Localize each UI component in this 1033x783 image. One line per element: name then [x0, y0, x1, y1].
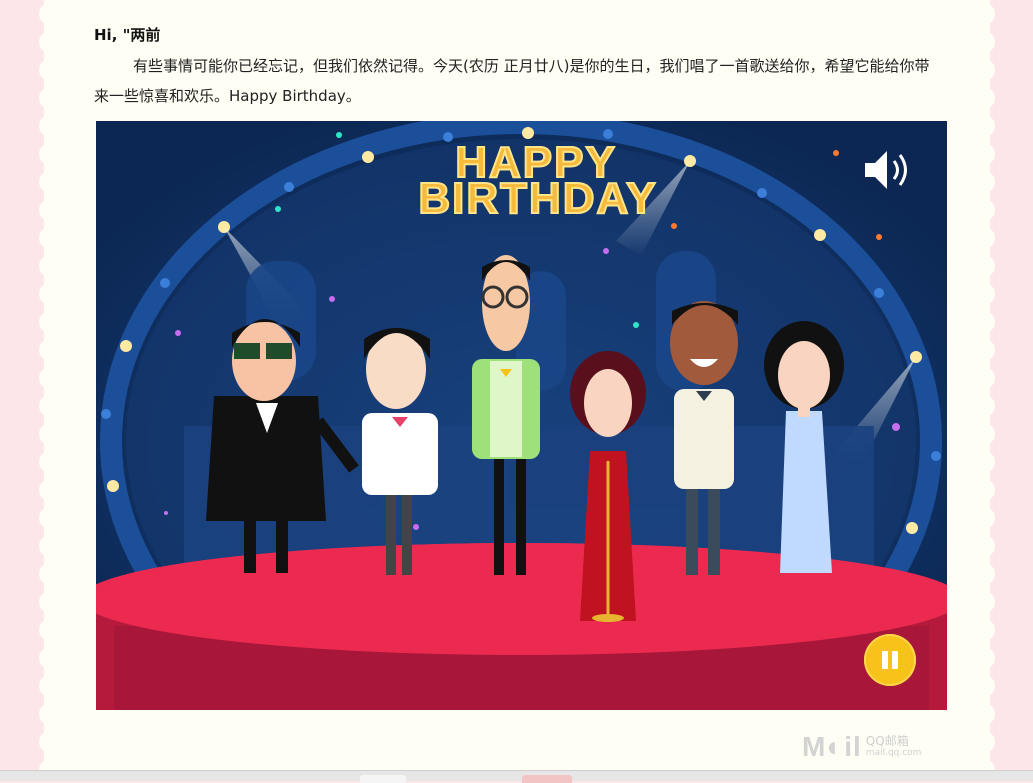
greeting: Hi, "两前 — [94, 26, 161, 44]
watermark-brand: QQ邮箱 — [865, 734, 909, 748]
qq-mail-watermark: M◐il QQ邮箱 mail.qq.com — [802, 731, 922, 762]
browser-bottom-bar — [0, 770, 1033, 783]
title-birthday: BIRTHDAY — [418, 174, 657, 223]
birthday-stage-scene: HAPPY BIRTHDAY — [96, 121, 947, 710]
watermark-domain: mail.qq.com — [865, 748, 922, 758]
message-body: 有些事情可能你已经忘记，但我们依然记得。今天(农历 正月廿八)是你的生日，我们唱… — [94, 57, 930, 105]
speaker-volume-icon[interactable] — [861, 147, 917, 193]
watermark-logo: M◐il — [802, 731, 862, 762]
scalloped-border-right — [984, 0, 998, 770]
bottom-tab-2[interactable] — [522, 775, 572, 783]
pause-button[interactable] — [864, 634, 916, 686]
bottom-tab-1[interactable] — [360, 775, 406, 783]
birthday-video-player[interactable]: HAPPY BIRTHDAY — [96, 121, 947, 710]
